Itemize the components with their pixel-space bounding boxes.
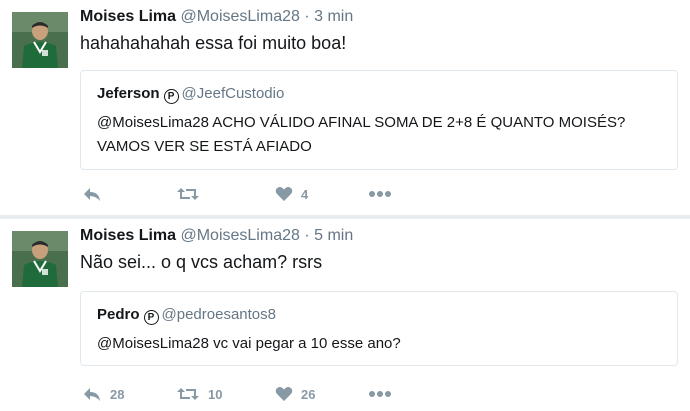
quoted-tweet[interactable]: Jeferson P @JeefCustodio @MoisesLima28 ACH… xyxy=(80,70,678,170)
author-handle[interactable]: @MoisesLima28 xyxy=(180,8,299,25)
retweet-button[interactable] xyxy=(176,182,208,206)
tweet-header: Moises Lima @MoisesLima28 · 3 min xyxy=(80,8,353,26)
avatar[interactable] xyxy=(12,231,68,287)
retweet-icon xyxy=(176,186,200,202)
timestamp[interactable]: 3 min xyxy=(314,8,353,25)
heart-icon xyxy=(275,386,293,402)
separator: · xyxy=(304,8,310,25)
quoted-tweet-text: @MoisesLima28 vc vai pegar a 10 esse ano… xyxy=(97,335,401,352)
more-button[interactable] xyxy=(368,182,392,206)
author-name[interactable]: Moises Lima xyxy=(80,8,176,25)
quoted-author-handle: @JeefCustodio xyxy=(181,85,285,102)
retweet-button[interactable]: 10 xyxy=(176,382,222,406)
quoted-tweet-text: @MoisesLima28 ACHO VÁLIDO AFINAL SOMA DE… xyxy=(97,114,626,155)
like-button[interactable]: 4 xyxy=(275,182,308,206)
quoted-author-handle: @pedroesantos8 xyxy=(161,306,276,323)
tweet[interactable]: Moises Lima @MoisesLima28 · 3 min hahaha… xyxy=(0,0,690,215)
reply-icon xyxy=(82,186,102,202)
reply-button[interactable] xyxy=(82,182,110,206)
tweet-text: hahahahahah essa foi muito boa! xyxy=(80,33,347,53)
like-button[interactable]: 26 xyxy=(275,382,315,406)
author-handle[interactable]: @MoisesLima28 xyxy=(180,227,299,244)
heart-icon xyxy=(275,186,293,202)
more-icon xyxy=(368,190,392,198)
quoted-author-name: Pedro xyxy=(97,306,140,323)
separator: · xyxy=(304,227,310,244)
like-count: 4 xyxy=(301,186,309,202)
quoted-tweet-header: Jeferson P @JeefCustodio xyxy=(97,85,284,104)
quoted-tweet[interactable]: Pedro P @pedroesantos8 @MoisesLima28 vc va… xyxy=(80,291,678,366)
reply-icon xyxy=(82,386,102,402)
retweet-count: 10 xyxy=(208,386,223,402)
author-name[interactable]: Moises Lima xyxy=(80,227,176,244)
reply-button[interactable]: 28 xyxy=(82,382,124,406)
more-button[interactable] xyxy=(368,382,392,406)
quoted-author-name: Jeferson xyxy=(97,85,160,102)
quoted-tweet-header: Pedro P @pedroesantos8 xyxy=(97,306,276,325)
more-icon xyxy=(368,390,392,398)
tweet[interactable]: Moises Lima @MoisesLima28 · 5 min Não se… xyxy=(0,219,690,411)
timestamp[interactable]: 5 min xyxy=(314,227,353,244)
avatar[interactable] xyxy=(12,12,68,68)
verified-badge-icon: P xyxy=(163,89,179,104)
tweet-header: Moises Lima @MoisesLima28 · 5 min xyxy=(80,227,353,245)
retweet-icon xyxy=(176,386,200,402)
reply-count: 28 xyxy=(110,386,125,402)
tweet-text: Não sei... o q vcs acham? rsrs xyxy=(80,252,323,272)
verified-badge-icon: P xyxy=(143,310,159,325)
like-count: 26 xyxy=(301,386,316,402)
